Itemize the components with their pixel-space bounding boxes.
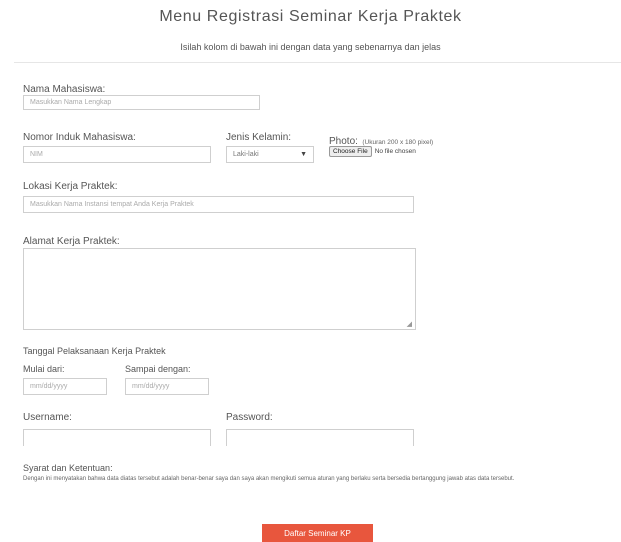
nama-label: Nama Mahasiswa:	[23, 84, 106, 95]
nim-input[interactable]: NIM	[23, 146, 211, 163]
sampai-label: Sampai dengan:	[125, 364, 191, 374]
sampai-date-input[interactable]: mm/dd/yyyy	[125, 378, 209, 395]
nama-input[interactable]: Masukkan Nama Lengkap	[23, 95, 260, 110]
page-title: Menu Registrasi Seminar Kerja Praktek	[159, 8, 462, 25]
file-status: No file chosen	[374, 148, 416, 155]
syarat-text: Dengan ini menyatakan bahwa data diatas …	[23, 476, 515, 482]
jenis-kelamin-value: Laki-laki	[233, 151, 259, 158]
lokasi-input[interactable]: Masukkan Nama Instansi tempat Anda Kerja…	[23, 196, 414, 213]
resize-handle-icon[interactable]: ◢	[407, 320, 412, 328]
password-label: Password:	[226, 412, 273, 423]
chevron-down-icon: ▼	[300, 151, 307, 158]
syarat-label: Syarat dan Ketentuan:	[23, 463, 113, 473]
password-input[interactable]	[226, 429, 414, 446]
photo-hint: (Ukuran 200 x 180 pixel)	[362, 139, 434, 146]
nim-label: Nomor Induk Mahasiswa:	[23, 132, 136, 143]
jenis-kelamin-label: Jenis Kelamin:	[226, 132, 292, 143]
tanggal-label: Tanggal Pelaksanaan Kerja Praktek	[23, 346, 166, 356]
lokasi-label: Lokasi Kerja Praktek:	[23, 181, 118, 192]
alamat-textarea[interactable]: ◢	[23, 248, 416, 330]
photo-file-input[interactable]: Choose File No file chosen	[329, 146, 416, 157]
page-subtitle: Isilah kolom di bawah ini dengan data ya…	[180, 42, 441, 52]
choose-file-button[interactable]: Choose File	[329, 146, 372, 157]
jenis-kelamin-select[interactable]: Laki-laki ▼	[226, 146, 314, 163]
header-divider	[14, 62, 621, 63]
username-input[interactable]	[23, 429, 211, 446]
mulai-label: Mulai dari:	[23, 364, 65, 374]
mulai-date-input[interactable]: mm/dd/yyyy	[23, 378, 107, 395]
submit-button[interactable]: Daftar Seminar KP	[262, 524, 373, 542]
username-label: Username:	[23, 412, 72, 423]
alamat-label: Alamat Kerja Praktek:	[23, 236, 120, 247]
